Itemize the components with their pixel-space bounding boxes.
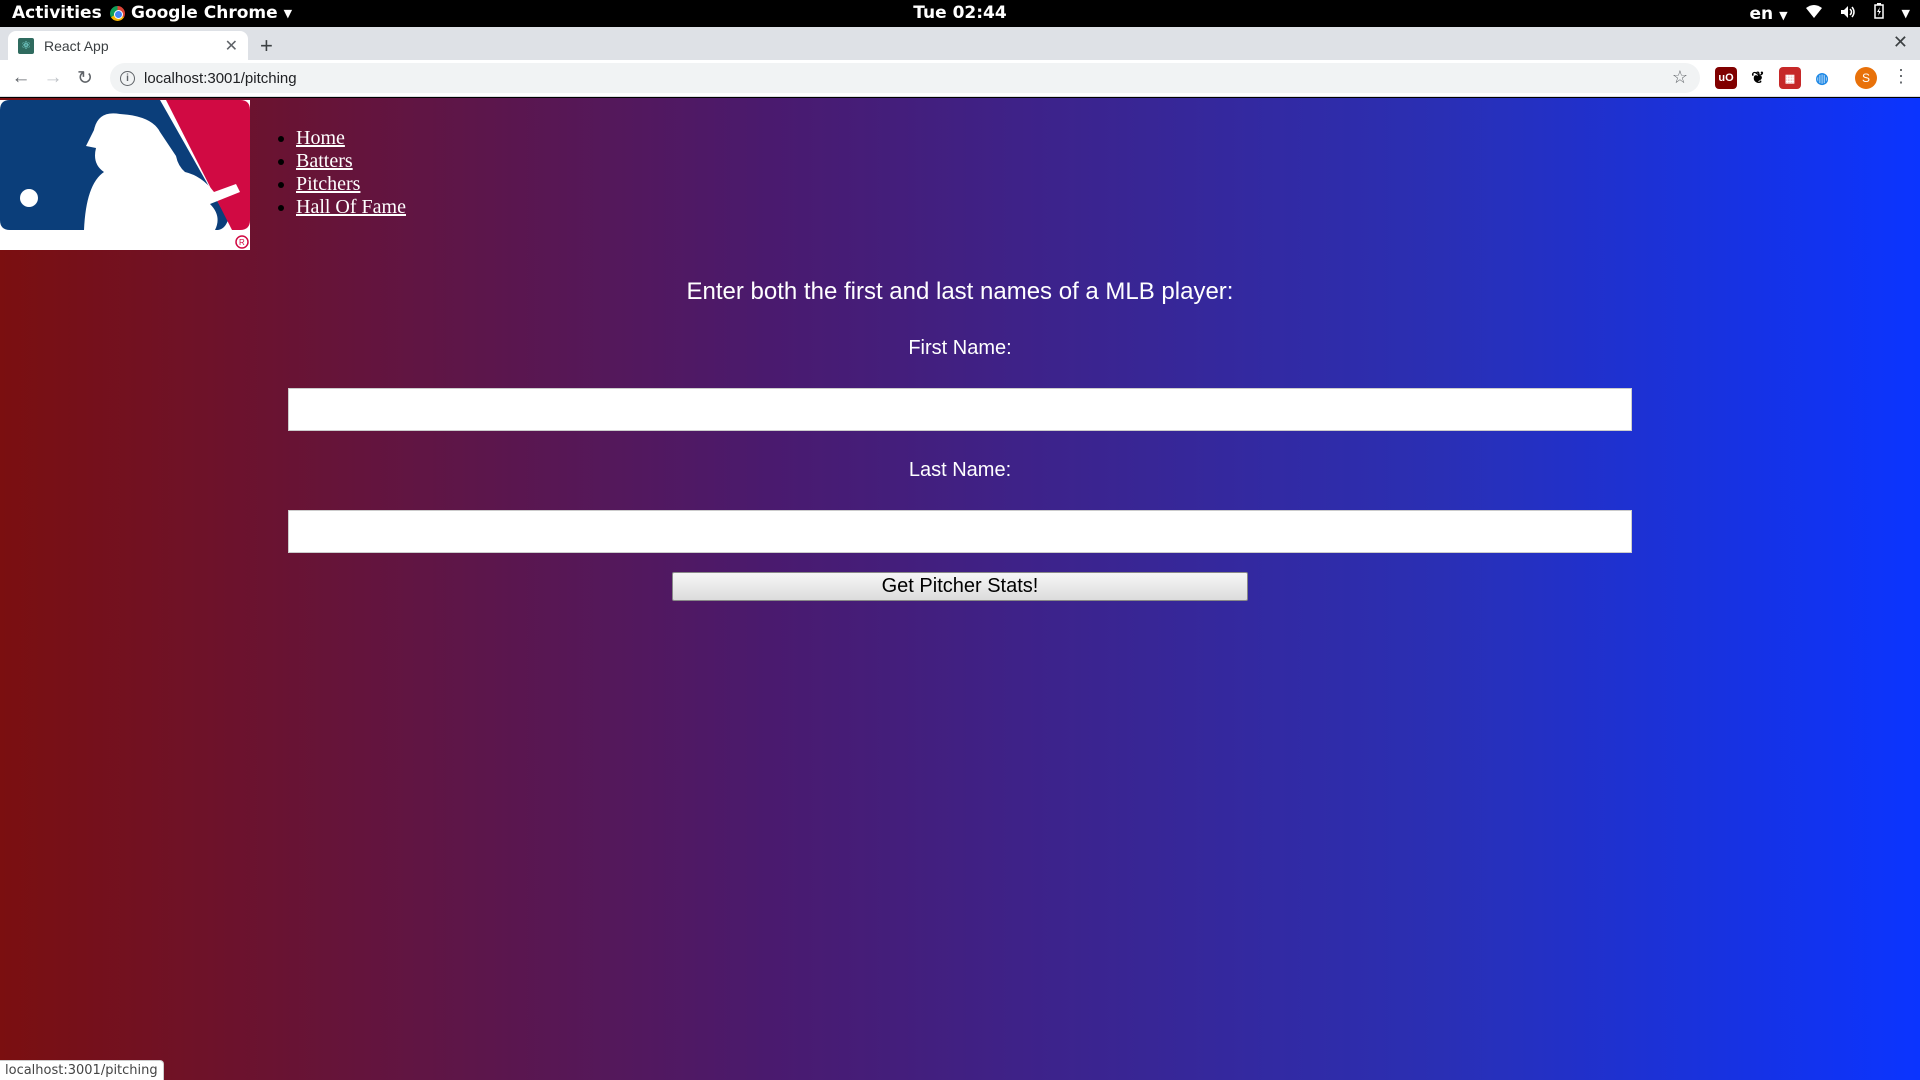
chevron-down-icon: ▼: [1901, 7, 1910, 20]
page-content: R Home Batters Pitchers Hall Of Fame Ent…: [0, 98, 1920, 1080]
url-text: localhost:3001/pitching: [144, 69, 297, 87]
browser-tab[interactable]: ⚛ React App ✕: [8, 31, 248, 60]
reload-button[interactable]: ↻: [69, 62, 101, 94]
address-bar[interactable]: i localhost:3001/pitching ☆: [110, 63, 1700, 93]
last-name-label: Last Name:: [908, 459, 1012, 481]
app-name: Google Chrome: [131, 3, 278, 23]
activities-button[interactable]: Activities: [12, 3, 102, 23]
main-nav: Home Batters Pitchers Hall Of Fame: [273, 127, 406, 219]
system-tray[interactable]: en ▼ ▼: [1750, 3, 1910, 24]
tab-title: React App: [44, 37, 109, 54]
react-favicon-icon: ⚛: [18, 37, 34, 54]
tab-strip: ⚛ React App ✕ + ✕: [0, 27, 1920, 60]
first-name-label: First Name:: [908, 337, 1012, 359]
nav-link-hall-of-fame[interactable]: Hall Of Fame: [296, 196, 406, 218]
first-name-input[interactable]: [288, 388, 1632, 431]
menu-dots-icon[interactable]: ⋮: [1892, 66, 1910, 87]
ublock-extension-icon[interactable]: uO: [1715, 67, 1737, 89]
profile-avatar[interactable]: S: [1855, 67, 1877, 89]
nav-item-batters: Batters: [296, 150, 406, 173]
extension-icon[interactable]: ▦: [1779, 67, 1801, 89]
chevron-down-icon: ▼: [283, 6, 293, 20]
language-label: en: [1749, 3, 1774, 24]
extensions-area: uO ❦ ▦ ◍: [1715, 67, 1833, 89]
form-heading: Enter both the first and last names of a…: [686, 278, 1234, 305]
extension-icon[interactable]: ◍: [1811, 67, 1833, 89]
close-tab-icon[interactable]: ✕: [225, 36, 238, 56]
chevron-down-icon: ▼: [1779, 8, 1788, 22]
mlb-logo[interactable]: R: [0, 100, 250, 250]
svg-text:R: R: [239, 238, 245, 247]
clock[interactable]: Tue 02:44: [913, 3, 1006, 23]
forward-button[interactable]: →: [37, 62, 69, 94]
browser-toolbar: ← → ↻ i localhost:3001/pitching ☆ uO ❦ ▦…: [0, 60, 1920, 97]
extension-icon[interactable]: ❦: [1747, 67, 1769, 89]
system-top-bar: Activities Google Chrome ▼ Tue 02:44 en …: [0, 0, 1920, 27]
battery-icon: [1873, 3, 1884, 24]
app-menu[interactable]: Google Chrome ▼: [110, 3, 292, 23]
last-name-input[interactable]: [288, 510, 1632, 553]
site-info-icon[interactable]: i: [120, 70, 135, 86]
get-pitcher-stats-button[interactable]: Get Pitcher Stats!: [672, 572, 1248, 601]
nav-link-batters[interactable]: Batters: [296, 150, 353, 172]
close-window-icon[interactable]: ✕: [1893, 32, 1908, 53]
chrome-icon: [110, 5, 125, 21]
nav-item-home: Home: [296, 127, 406, 150]
nav-link-home[interactable]: Home: [296, 127, 345, 149]
nav-link-pitchers[interactable]: Pitchers: [296, 173, 360, 195]
language-indicator[interactable]: en ▼: [1750, 4, 1788, 24]
new-tab-button[interactable]: +: [260, 33, 273, 59]
bookmark-star-icon[interactable]: ☆: [1672, 67, 1688, 88]
nav-item-hall-of-fame: Hall Of Fame: [296, 196, 406, 219]
status-bubble: localhost:3001/pitching: [0, 1060, 164, 1080]
volume-icon: [1840, 4, 1856, 24]
back-button[interactable]: ←: [5, 62, 37, 94]
nav-item-pitchers: Pitchers: [296, 173, 406, 196]
wifi-icon: [1805, 4, 1822, 24]
